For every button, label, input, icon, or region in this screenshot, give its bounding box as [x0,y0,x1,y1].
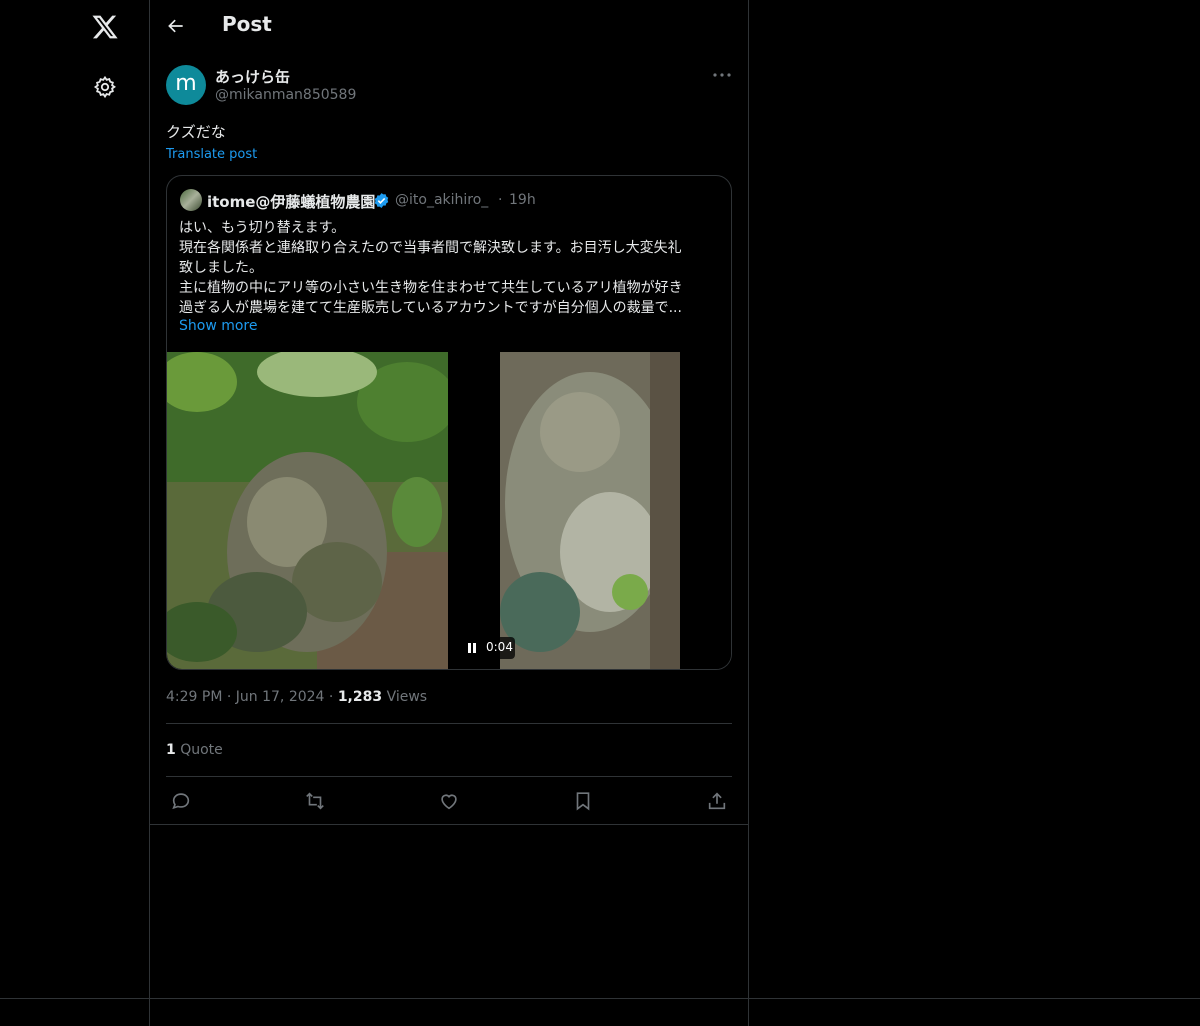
main-column: Post m あっけら缶 @mikanman850589 クズだな Transl… [150,0,749,1026]
post-time[interactable]: 4:29 PM [166,689,222,705]
repost-icon[interactable] [304,790,326,812]
quoted-text-line: 過ぎる人が農場を建てて生産販売しているアカウントですが自分個人の裁量で... [179,300,682,316]
divider [166,723,732,724]
page-title: Post [222,12,272,36]
post-bottom-border [150,824,748,825]
reply-icon[interactable] [170,790,192,812]
quoted-avatar[interactable] [180,189,202,211]
quote-label: Quote [180,742,223,758]
video-controls[interactable]: 0:04 [459,637,515,659]
author-name[interactable]: あっけら缶 [215,66,290,87]
post-meta: 4:29 PM · Jun 17, 2024 · 1,283 Views [166,689,427,705]
separator-dot: · [498,192,503,208]
quoted-author-handle[interactable]: @ito_akihiro_ [395,192,488,208]
verified-badge-icon [374,193,389,208]
quoted-text: はい、もう切り替えます。 現在各関係者と連絡取り合えたので当事者間で解決致します… [179,218,719,318]
bookmark-icon[interactable] [572,790,594,812]
quoted-text-line: 現在各関係者と連絡取り合えたので当事者間で解決致します。お目汚し大変失礼 [179,240,682,256]
quoted-text-line: はい、もう切り替えます。 [179,220,346,236]
meta-dot: · [328,689,338,705]
quotes-link[interactable]: 1 Quote [166,742,223,758]
post-date[interactable]: Jun 17, 2024 [236,689,325,705]
like-icon[interactable] [438,790,460,812]
back-arrow-icon[interactable] [166,16,186,36]
action-bar [150,777,748,824]
more-icon[interactable] [712,70,732,80]
meta-dot: · [226,689,236,705]
x-logo-icon[interactable] [91,13,119,41]
quoted-text-line: 主に植物の中にアリ等の小さい生き物を住まわせて共生しているアリ植物が好き [179,280,683,296]
quoted-author-name[interactable]: itome@伊藤蟻植物農園 [207,191,375,212]
left-nav [0,0,150,1026]
views-label: Views [386,689,428,705]
video-frame-left [167,352,448,669]
quote-count: 1 [166,742,176,758]
author-handle[interactable]: @mikanman850589 [215,87,356,103]
show-more-link[interactable]: Show more [179,318,258,334]
quoted-post-card[interactable]: itome@伊藤蟻植物農園 @ito_akihiro_ · 19h はい、もう切… [166,175,732,670]
share-icon[interactable] [706,790,728,812]
quoted-timestamp[interactable]: 19h [509,192,536,208]
video-frame-right [500,352,680,669]
video-player[interactable]: 0:04 [167,352,731,669]
gear-icon[interactable] [93,75,117,99]
post-text: クズだな [166,123,226,141]
video-time: 0:04 [486,640,513,654]
translate-post-link[interactable]: Translate post [166,147,257,162]
views-count: 1,283 [337,689,383,705]
pause-icon[interactable] [467,643,477,653]
bottom-divider [0,998,1200,999]
quoted-text-line: 致しました。 [179,260,263,276]
header: Post [150,0,748,54]
avatar[interactable]: m [166,65,206,105]
